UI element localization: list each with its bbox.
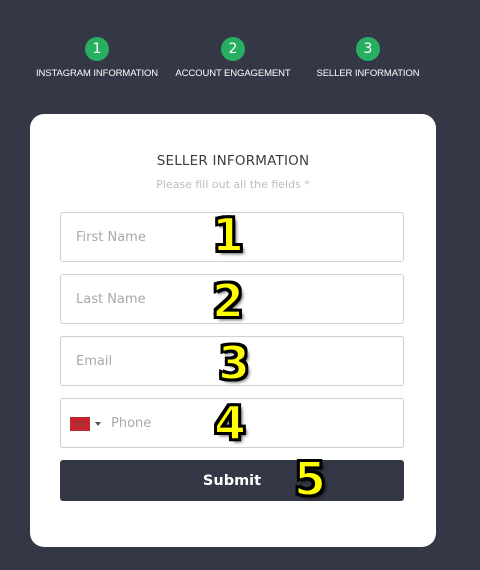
step-account-engagement: 2 ACCOUNT ENGAGEMENT [158,37,308,79]
step-label: ACCOUNT ENGAGEMENT [175,68,291,79]
seller-information-card: SELLER INFORMATION Please fill out all t… [30,114,436,547]
phone-input[interactable] [61,399,403,447]
email-field [60,336,404,386]
last-name-input[interactable] [61,275,403,323]
email-input[interactable] [61,337,403,385]
caret-down-icon [95,422,101,426]
first-name-field [60,212,404,262]
step-number: 1 [85,37,109,61]
step-instagram-information: 1 INSTAGRAM INFORMATION [22,37,172,79]
step-label: SELLER INFORMATION [316,68,420,79]
morocco-flag-icon: ☆ [70,417,90,431]
submit-button[interactable]: Submit [60,460,404,501]
country-code-dropdown[interactable]: ☆ [70,417,106,431]
form-subtitle: Please fill out all the fields * [156,178,310,191]
step-label: INSTAGRAM INFORMATION [35,68,159,79]
step-seller-information: 3 SELLER INFORMATION [293,37,443,79]
phone-field: ☆ [60,398,404,448]
first-name-input[interactable] [61,213,403,261]
form-title: SELLER INFORMATION [156,153,310,169]
step-number: 2 [221,37,245,61]
step-number: 3 [356,37,380,61]
last-name-field [60,274,404,324]
star-icon: ☆ [76,419,84,428]
progress-stepper: 1 INSTAGRAM INFORMATION 2 ACCOUNT ENGAGE… [0,0,480,100]
